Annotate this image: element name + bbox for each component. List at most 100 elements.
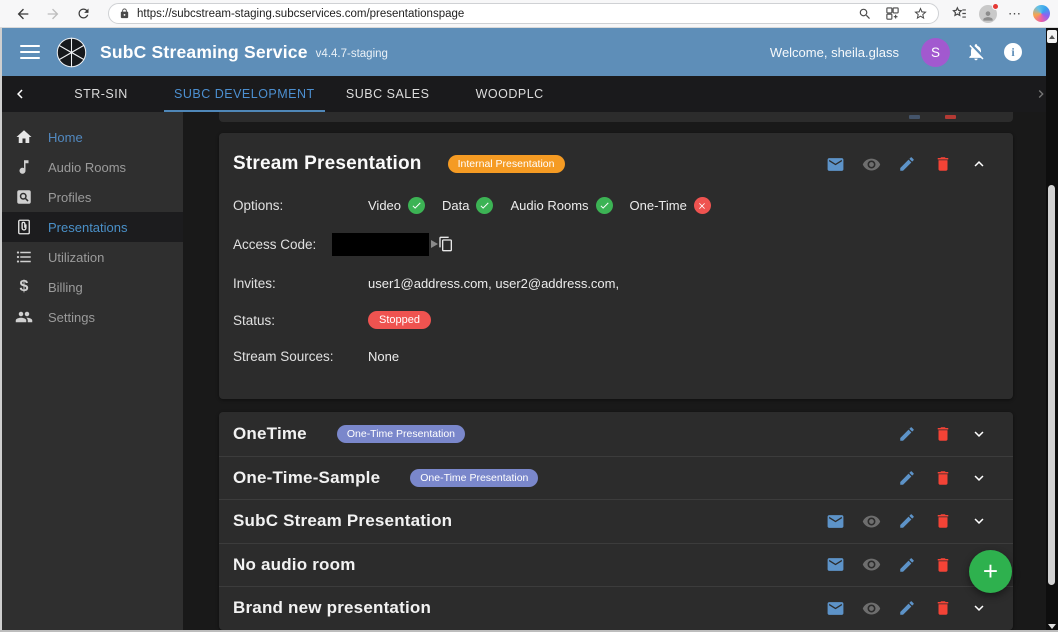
delete-button[interactable] bbox=[925, 469, 961, 487]
menu-icon[interactable] bbox=[20, 45, 40, 59]
chevron-left-icon bbox=[11, 85, 29, 103]
expand-button[interactable] bbox=[961, 599, 997, 617]
address-bar[interactable]: https://subcstream-staging.subcservices.… bbox=[108, 3, 939, 24]
mail-icon bbox=[826, 555, 845, 574]
sidebar-item-profiles[interactable]: Profiles bbox=[0, 182, 183, 212]
expand-button[interactable] bbox=[961, 425, 997, 443]
info-button[interactable]: i bbox=[1002, 41, 1024, 63]
edit-button[interactable] bbox=[889, 599, 925, 617]
scrollbar-down-arrow[interactable] bbox=[1048, 624, 1056, 629]
delete-button[interactable] bbox=[925, 599, 961, 617]
send-invites-button[interactable] bbox=[817, 512, 853, 531]
search-icon[interactable] bbox=[858, 7, 872, 21]
view-button[interactable] bbox=[853, 155, 889, 174]
tab-str-sin[interactable]: STR-SIN bbox=[40, 76, 162, 112]
scrollbar-up-arrow[interactable] bbox=[1047, 30, 1057, 43]
edit-icon bbox=[898, 599, 916, 617]
edit-button[interactable] bbox=[889, 155, 925, 173]
send-invites-button[interactable] bbox=[817, 599, 853, 618]
edit-button[interactable] bbox=[889, 469, 925, 487]
eye-icon bbox=[862, 512, 881, 531]
edit-button[interactable] bbox=[889, 425, 925, 443]
delete-button[interactable] bbox=[925, 155, 961, 173]
magnifier-box-icon bbox=[15, 188, 33, 206]
edit-icon bbox=[898, 512, 916, 530]
expand-button[interactable] bbox=[961, 469, 997, 487]
copy-icon bbox=[438, 236, 454, 252]
sidebar-item-audio-rooms[interactable]: Audio Rooms bbox=[0, 152, 183, 182]
browser-more-icon[interactable]: ⋯ bbox=[1008, 6, 1022, 22]
view-button[interactable] bbox=[853, 599, 889, 618]
sidebar-item-presentations[interactable]: Presentations bbox=[0, 212, 183, 242]
send-invites-button[interactable] bbox=[817, 155, 853, 174]
browser-chrome: https://subcstream-staging.subcservices.… bbox=[0, 0, 1058, 28]
favorites-hub-icon[interactable] bbox=[951, 5, 968, 22]
browser-back-button[interactable] bbox=[12, 3, 34, 25]
option-label: Video bbox=[368, 198, 401, 213]
collapse-button[interactable] bbox=[961, 155, 997, 173]
tab-woodplc[interactable]: WOODPLC bbox=[449, 76, 571, 112]
browser-forward-button[interactable] bbox=[42, 3, 64, 25]
sidebar-item-label: Audio Rooms bbox=[48, 160, 126, 175]
option-label: One-Time bbox=[630, 198, 687, 213]
tab-subc-sales[interactable]: SUBC SALES bbox=[327, 76, 449, 112]
delete-icon bbox=[934, 512, 952, 530]
cutoff-delete-icon bbox=[945, 115, 956, 119]
cutoff-card bbox=[219, 112, 1013, 122]
view-button[interactable] bbox=[853, 555, 889, 574]
check-circle-icon bbox=[408, 197, 425, 214]
options-label: Options: bbox=[233, 198, 368, 213]
presentations-list: OneTime One-Time Presentation One-Time-S… bbox=[219, 412, 1013, 630]
chevron-down-icon bbox=[970, 599, 988, 617]
scrollbar-thumb[interactable] bbox=[1048, 185, 1055, 585]
user-avatar[interactable]: S bbox=[921, 38, 950, 67]
presentation-row[interactable]: OneTime One-Time Presentation bbox=[219, 412, 1013, 456]
presentation-row[interactable]: Brand new presentation bbox=[219, 586, 1013, 630]
browser-refresh-button[interactable] bbox=[72, 3, 94, 25]
sidebar-item-settings[interactable]: Settings bbox=[0, 302, 183, 332]
delete-button[interactable] bbox=[925, 556, 961, 574]
copy-access-code-button[interactable] bbox=[431, 236, 454, 252]
edit-icon bbox=[898, 469, 916, 487]
presentation-row-title: One-Time-Sample bbox=[233, 468, 380, 488]
presentation-row[interactable]: One-Time-Sample One-Time Presentation bbox=[219, 456, 1013, 500]
home-icon bbox=[15, 128, 33, 146]
collections-icon[interactable] bbox=[885, 6, 900, 21]
browser-profile-avatar[interactable] bbox=[979, 5, 997, 23]
info-icon: i bbox=[1004, 43, 1022, 61]
person-icon bbox=[981, 9, 995, 23]
invites-label: Invites: bbox=[233, 276, 368, 291]
document-paperclip-icon bbox=[15, 218, 33, 236]
view-button[interactable] bbox=[853, 512, 889, 531]
copilot-icon[interactable] bbox=[1033, 5, 1050, 22]
check-circle-icon bbox=[596, 197, 613, 214]
status-label: Status: bbox=[233, 313, 368, 328]
presentation-row-title: SubC Stream Presentation bbox=[233, 511, 452, 531]
edit-icon bbox=[898, 556, 916, 574]
sidebar: Home Audio Rooms Profiles Presentations … bbox=[0, 112, 183, 632]
presentation-row[interactable]: SubC Stream Presentation bbox=[219, 499, 1013, 543]
delete-icon bbox=[934, 469, 952, 487]
edit-button[interactable] bbox=[889, 556, 925, 574]
notifications-off-button[interactable] bbox=[965, 41, 987, 63]
status-badge: Stopped bbox=[368, 311, 431, 329]
send-invites-button[interactable] bbox=[817, 555, 853, 574]
chevron-down-icon bbox=[970, 512, 988, 530]
tabs-scroll-left-button[interactable] bbox=[0, 76, 40, 112]
arrow-back-icon bbox=[15, 6, 31, 22]
sidebar-item-home[interactable]: Home bbox=[0, 122, 183, 152]
edit-button[interactable] bbox=[889, 512, 925, 530]
add-presentation-button[interactable]: + bbox=[969, 550, 1012, 593]
delete-icon bbox=[934, 425, 952, 443]
sidebar-item-billing[interactable]: $ Billing bbox=[0, 272, 183, 302]
delete-button[interactable] bbox=[925, 425, 961, 443]
expand-button[interactable] bbox=[961, 512, 997, 530]
favorite-star-icon[interactable] bbox=[913, 6, 928, 21]
sidebar-item-utilization[interactable]: Utilization bbox=[0, 242, 183, 272]
notification-dot bbox=[992, 3, 999, 10]
page-scrollbar[interactable] bbox=[1046, 28, 1058, 632]
presentation-row[interactable]: No audio room bbox=[219, 543, 1013, 587]
organization-tabbar: STR-SIN SUBC DEVELOPMENT SUBC SALES WOOD… bbox=[0, 76, 1058, 112]
delete-button[interactable] bbox=[925, 512, 961, 530]
tab-subc-development[interactable]: SUBC DEVELOPMENT bbox=[162, 76, 327, 112]
